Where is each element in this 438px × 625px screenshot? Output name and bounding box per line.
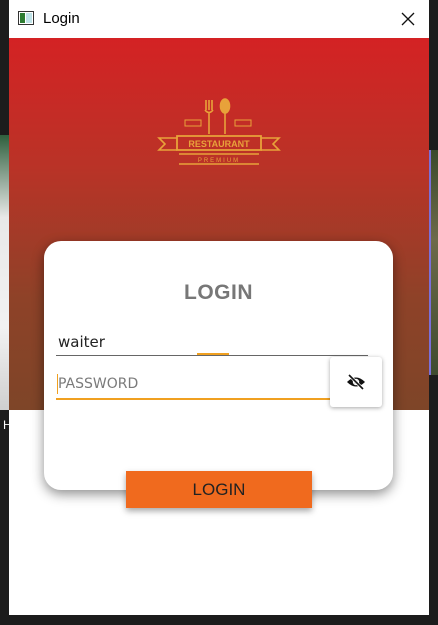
app-icon — [18, 11, 34, 25]
password-underline — [56, 398, 369, 400]
eye-off-icon — [347, 374, 365, 390]
username-focus-accent — [197, 353, 229, 355]
username-input[interactable] — [56, 329, 370, 355]
toggle-password-visibility-button[interactable] — [330, 357, 382, 407]
login-window: Login RESTAURANT PREMIUM LOGIN waiter LO… — [9, 0, 429, 615]
background-app-fragment-left — [0, 135, 9, 410]
window-title: Login — [43, 10, 80, 27]
login-button[interactable]: LOGIN — [126, 471, 312, 508]
login-heading: LOGIN — [184, 281, 253, 304]
logo-tagline-text: PREMIUM — [198, 158, 240, 164]
close-icon — [401, 12, 415, 26]
restaurant-logo: RESTAURANT PREMIUM — [157, 98, 281, 165]
background-app-fragment-right — [429, 150, 438, 375]
text-caret — [57, 374, 58, 394]
close-button[interactable] — [393, 4, 423, 34]
password-input[interactable] — [56, 372, 324, 396]
logo-brand-text: RESTAURANT — [188, 139, 250, 149]
title-bar: Login — [9, 0, 429, 38]
username-underline — [56, 355, 368, 356]
login-card: LOGIN — [44, 241, 393, 490]
